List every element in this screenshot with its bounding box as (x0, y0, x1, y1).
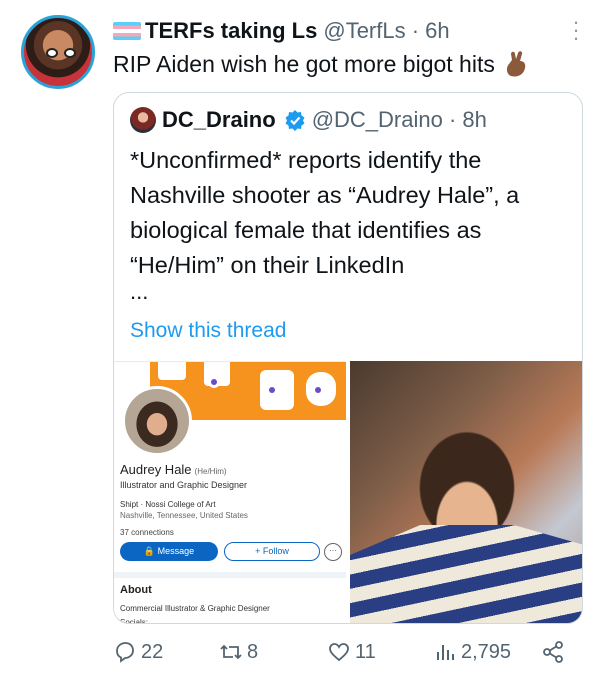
quoted-tweet[interactable]: DC_Draino @DC_Draino · 8h *Unconfirmed* … (113, 92, 583, 624)
views-count: 2,795 (461, 640, 512, 663)
linkedin-pronouns: (He/Him) (194, 467, 227, 476)
reply-icon (116, 642, 134, 663)
quote-media[interactable]: Audrey Hale (He/Him) Illustrator and Grap… (114, 361, 582, 624)
share-icon (543, 641, 563, 663)
share-button[interactable] (541, 640, 565, 664)
quote-time: 8h (462, 107, 487, 132)
linkedin-message-button: 🔒 Message (120, 542, 218, 561)
portrait-photo[interactable] (350, 361, 582, 623)
like-button[interactable]: 11 (327, 640, 376, 664)
linkedin-connections: 37 connections (120, 528, 174, 537)
views-chart-icon (437, 645, 454, 660)
striped-shirt (350, 525, 582, 623)
banner-eye (266, 384, 278, 396)
action-bar: 22 8 11 2,795 (113, 640, 581, 670)
linkedin-about-text: Commercial Illustrator & Graphic Designe… (120, 604, 270, 613)
reply-count: 22 (141, 640, 164, 663)
quote-author-avatar[interactable] (130, 107, 156, 133)
banner-eye (312, 384, 324, 396)
author-avatar[interactable] (21, 15, 95, 89)
linkedin-profile-photo (122, 386, 192, 456)
linkedin-socials: Socials: (120, 618, 149, 624)
linkedin-location: Nashville, Tennessee, United States (120, 511, 248, 520)
author-name[interactable]: TERFs taking Ls (145, 18, 317, 44)
linkedin-separator (114, 572, 346, 578)
quote-ellipsis: ... (130, 279, 149, 304)
linkedin-screenshot-image[interactable]: Audrey Hale (He/Him) Illustrator and Grap… (114, 361, 346, 624)
retweet-count: 8 (247, 640, 259, 663)
tweet-text-content: RIP Aiden wish he got more bigot hits (113, 50, 495, 77)
avatar-eye-left (46, 48, 58, 58)
trans-flag-icon (113, 22, 141, 40)
banner-eye (208, 376, 220, 388)
quote-header: DC_Draino @DC_Draino · 8h (130, 107, 487, 133)
verified-badge-icon (285, 110, 305, 131)
views-button[interactable]: 2,795 (433, 640, 511, 664)
banner-shape (158, 362, 186, 380)
crossed-fingers-emoji-icon (506, 51, 526, 77)
retweet-icon (220, 644, 242, 660)
linkedin-more-button: ··· (324, 543, 342, 561)
reply-button[interactable]: 22 (113, 640, 163, 664)
tweet-time[interactable]: 6h (425, 18, 449, 43)
linkedin-about-heading: About (120, 584, 152, 596)
linkedin-headline: Illustrator and Graphic Designer (120, 480, 248, 490)
quote-author-handle[interactable]: @DC_Draino · 8h (312, 107, 487, 133)
quote-author-name[interactable]: DC_Draino (162, 107, 276, 133)
linkedin-name: Audrey Hale (He/Him) (120, 462, 227, 477)
heart-icon (329, 643, 349, 662)
linkedin-follow-button: + Follow (224, 542, 320, 561)
author-handle[interactable]: @TerfLs · 6h (323, 18, 449, 44)
retweet-button[interactable]: 8 (219, 640, 258, 664)
quote-text: *Unconfirmed* reports identify the Nashv… (130, 147, 520, 278)
tweet-text: RIP Aiden wish he got more bigot hits (113, 50, 529, 78)
tweet-header: TERFs taking Ls @TerfLs · 6h · · · (113, 11, 581, 49)
more-options-icon[interactable]: · · · (571, 11, 581, 49)
like-count: 11 (355, 640, 376, 663)
linkedin-company: Shipt · Nossi College of Art (120, 500, 216, 509)
avatar-eye-right (64, 48, 76, 58)
show-thread-link[interactable]: Show this thread (130, 319, 286, 343)
